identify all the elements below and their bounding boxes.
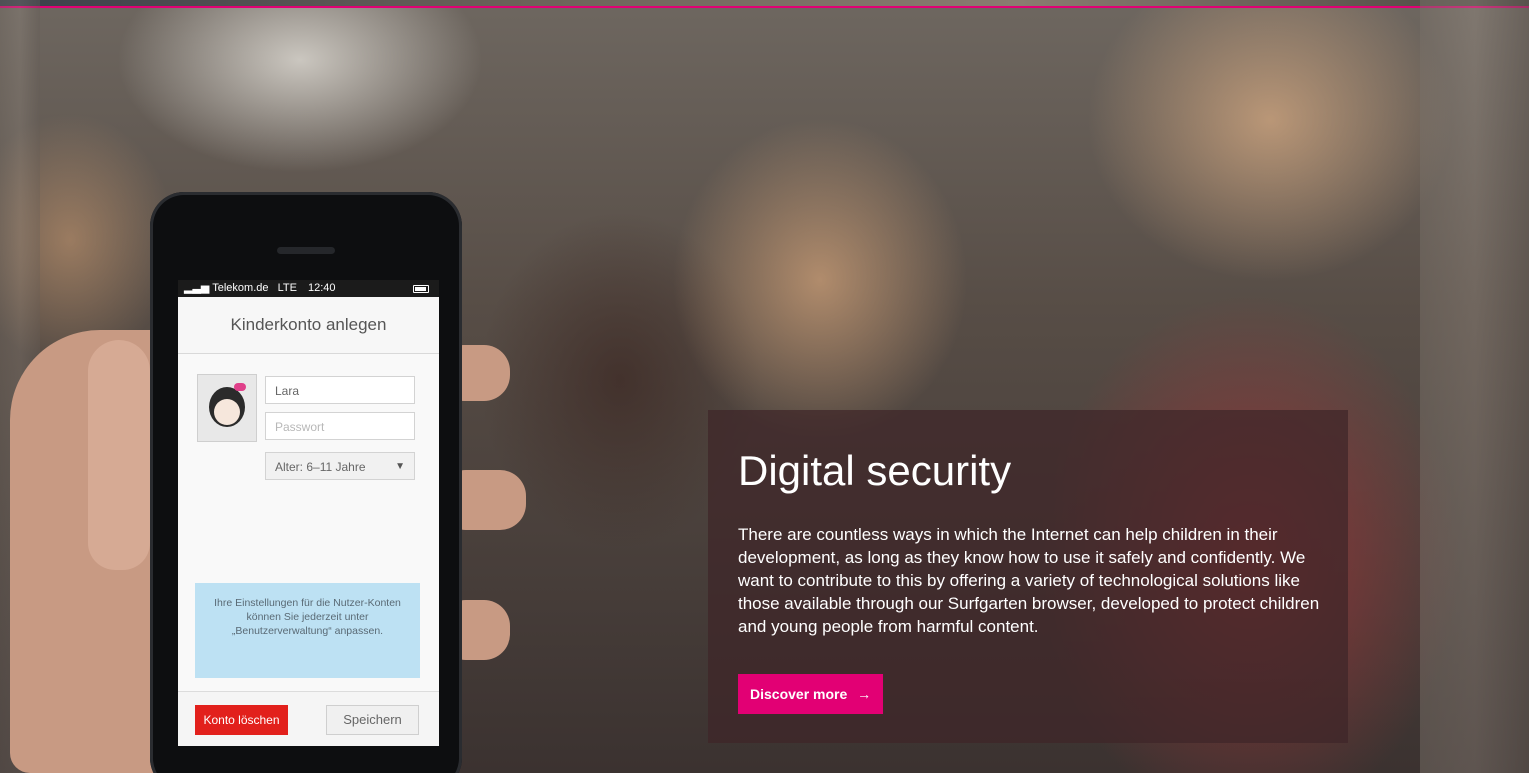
settings-info-box: Ihre Einstellungen für die Nutzer-Konten… (195, 583, 420, 678)
caret-down-icon: ▼ (395, 461, 405, 472)
status-time: 12:40 (308, 282, 336, 294)
save-button[interactable]: Speichern (326, 705, 419, 735)
smartphone: ▂▃▅ Telekom.de LTE 12:40 Kinderkonto anl… (150, 192, 462, 773)
avatar[interactable] (197, 374, 257, 442)
name-input[interactable]: Lara (265, 376, 415, 404)
background-pillar-right (1420, 0, 1529, 773)
discover-more-label: Discover more (750, 686, 848, 702)
battery-icon (413, 285, 429, 293)
hero-banner: ▂▃▅ Telekom.de LTE 12:40 Kinderkonto anl… (0, 0, 1529, 773)
age-select-value: Alter: 6–11 Jahre (275, 460, 366, 474)
teaser-body: There are countless ways in which the In… (738, 525, 1320, 636)
discover-more-button[interactable]: Discover more → (738, 674, 884, 714)
screen-title: Kinderkonto anlegen (178, 297, 439, 354)
thumb (88, 340, 150, 570)
teaser-title: Digital security (738, 447, 1012, 494)
signal-icon: ▂▃▅ (184, 282, 210, 294)
brand-accent-line (0, 6, 1529, 8)
child-account-form: Lara Passwort Alter: 6–11 Jahre ▼ Ihre E… (178, 354, 439, 746)
delete-account-button[interactable]: Konto löschen (195, 705, 288, 735)
age-select[interactable]: Alter: 6–11 Jahre ▼ (265, 452, 415, 480)
teaser-panel: Digital security There are countless way… (708, 410, 1348, 743)
phone-speaker (277, 247, 335, 254)
phone-status-bar: ▂▃▅ Telekom.de LTE 12:40 (178, 280, 439, 297)
network-type: LTE (277, 282, 297, 294)
form-button-bar: Konto löschen Speichern (178, 691, 439, 746)
avatar-bow-icon (234, 383, 246, 391)
password-input[interactable]: Passwort (265, 412, 415, 440)
arrow-right-icon: → (857, 686, 872, 702)
carrier-name: Telekom.de (212, 282, 269, 294)
phone-screen: ▂▃▅ Telekom.de LTE 12:40 Kinderkonto anl… (178, 280, 439, 746)
avatar-face-icon (214, 399, 240, 425)
